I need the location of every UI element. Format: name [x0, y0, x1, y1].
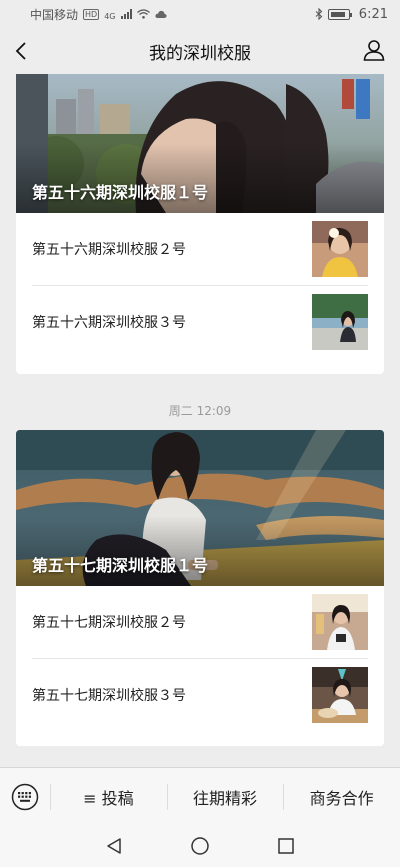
article-title: 第五十六期深圳校服３号 — [32, 314, 186, 331]
person-icon[interactable] — [362, 38, 386, 62]
carrier-name: 中国移动 — [30, 7, 79, 22]
cover-title: 第五十六期深圳校服１号 — [32, 183, 209, 202]
keyboard-toggle-button[interactable] — [0, 768, 50, 826]
keyboard-icon — [11, 783, 39, 810]
article-card: 第五十七期深圳校服１号 第五十七期深圳校服２号 第五十七期深圳校服３号 — [16, 430, 384, 746]
article-thumbnail — [312, 293, 368, 350]
article-thumbnail — [312, 221, 368, 277]
article-card: 第五十六期深圳校服１号 第五十六期深圳校服２号 第五十六期深圳校服３号 — [16, 74, 384, 374]
circle-home-icon[interactable] — [190, 836, 210, 856]
list-item[interactable]: 第五十六期深圳校服２号 — [32, 213, 368, 285]
article-thumbnail — [312, 666, 368, 723]
message-timestamp: 周二 12:09 — [168, 404, 232, 418]
bottom-menu: ≡ 投稿 往期精彩 商务合作 — [0, 767, 400, 825]
page-title: 我的深圳校服 — [149, 43, 251, 64]
menu-business-cooperation[interactable]: 商务合作 — [283, 768, 400, 826]
cover-article[interactable]: 第五十六期深圳校服１号 — [16, 74, 384, 213]
list-item[interactable]: 第五十七期深圳校服３号 — [32, 658, 368, 730]
article-title: 第五十七期深圳校服３号 — [32, 687, 186, 704]
cover-title: 第五十七期深圳校服１号 — [32, 556, 209, 575]
signal-icon — [120, 9, 132, 19]
status-right: 6:21 — [315, 7, 388, 22]
menu-submit[interactable]: ≡ 投稿 — [50, 768, 167, 826]
network-type: 4G — [104, 11, 116, 21]
hd-badge: HD — [83, 8, 100, 20]
status-time: 6:21 — [358, 6, 388, 22]
cloud-icon — [154, 10, 167, 18]
system-navigation-bar — [0, 825, 400, 867]
battery-icon — [327, 8, 352, 20]
article-title: 第五十七期深圳校服２号 — [32, 615, 186, 631]
status-left: 中国移动 HD 4G — [30, 6, 167, 23]
article-title: 第五十六期深圳校服２号 — [32, 242, 186, 258]
menu-past-highlights[interactable]: 往期精彩 — [166, 768, 284, 826]
square-recents-icon[interactable] — [276, 836, 296, 856]
article-thumbnail — [312, 594, 368, 650]
bluetooth-icon — [315, 8, 323, 20]
chevron-left-icon[interactable] — [10, 39, 34, 63]
nav-bar: 我的深圳校服 — [0, 28, 400, 74]
status-bar: 中国移动 HD 4G 6:21 — [0, 0, 400, 28]
list-item[interactable]: 第五十六期深圳校服３号 — [32, 285, 368, 357]
triangle-back-icon[interactable] — [104, 836, 124, 856]
wifi-icon — [136, 9, 150, 19]
list-item[interactable]: 第五十七期深圳校服２号 — [32, 586, 368, 658]
cover-article[interactable]: 第五十七期深圳校服１号 — [16, 430, 384, 586]
